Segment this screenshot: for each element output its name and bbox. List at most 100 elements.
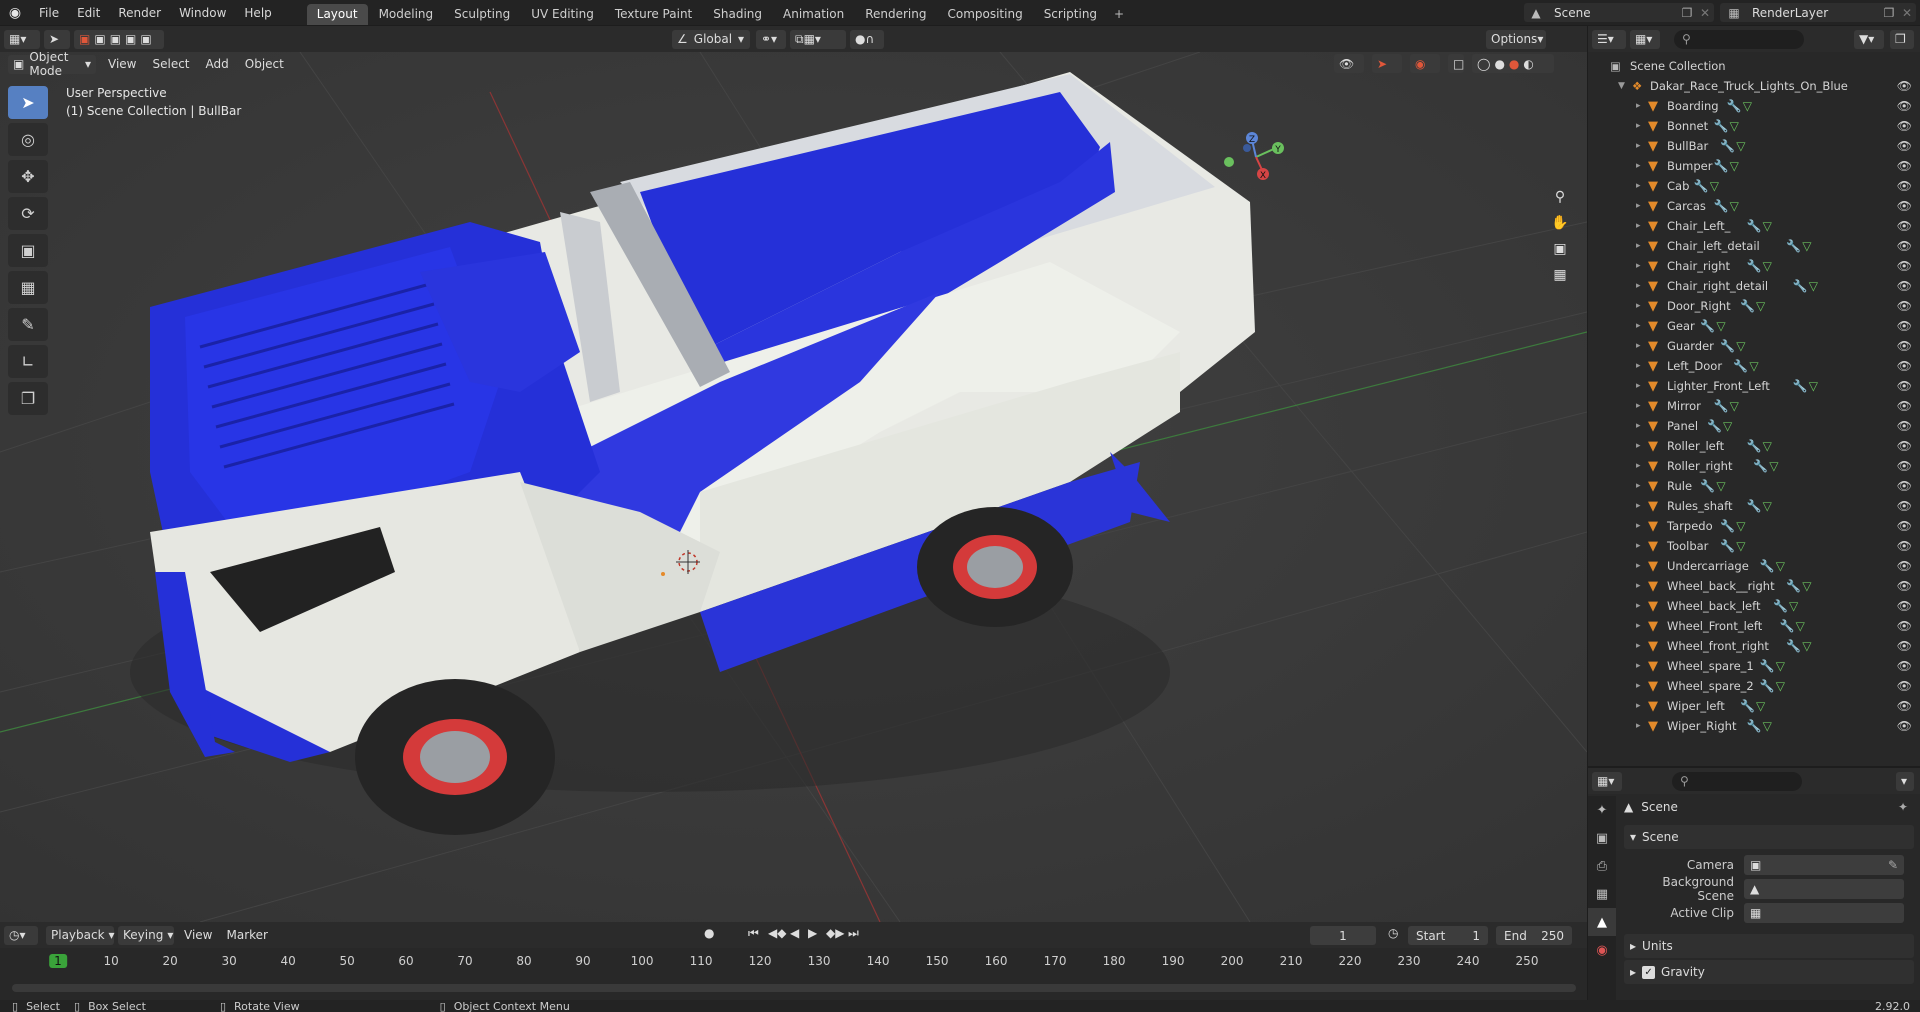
visibility-eye-icon[interactable]: 👁 [1897, 359, 1912, 373]
visibility-eye-icon[interactable]: 👁 [1897, 259, 1912, 273]
visibility-eye-icon[interactable]: 👁 [1897, 619, 1912, 633]
item-expand-icon[interactable]: ▸ [1636, 441, 1641, 451]
modifier-wrench-icon[interactable]: 🔧 [1720, 139, 1735, 153]
outliner-item[interactable]: ▸ ▼ Mirror 🔧 ▽ 👁 [1588, 396, 1920, 416]
viewport-menu-select[interactable]: Select [152, 57, 189, 71]
pan-hand-icon[interactable]: ✋ [1547, 210, 1573, 236]
outliner-item[interactable]: ▸ ▼ Wheel_back_left 🔧 ▽ 👁 [1588, 596, 1920, 616]
item-expand-icon[interactable]: ▸ [1636, 301, 1641, 311]
shading-mode-buttons[interactable]: ◯ ● ● ◐ [1472, 54, 1554, 73]
visibility-eye-icon[interactable]: 👁 [1897, 419, 1912, 433]
units-panel-header[interactable]: ▸ Units [1624, 934, 1914, 958]
visibility-eye-icon[interactable]: 👁 [1897, 679, 1912, 693]
xray-toggle-icon[interactable]: □ [1448, 54, 1464, 73]
outliner-item[interactable]: ▸ ▼ Carcas 🔧 ▽ 👁 [1588, 196, 1920, 216]
mesh-data-icon[interactable]: ▽ [1776, 559, 1785, 573]
modifier-wrench-icon[interactable]: 🔧 [1786, 239, 1801, 253]
modifier-wrench-icon[interactable]: 🔧 [1786, 579, 1801, 593]
visibility-eye-icon[interactable]: 👁 [1897, 579, 1912, 593]
tab-texture-paint[interactable]: Texture Paint [605, 4, 702, 25]
mesh-data-icon[interactable]: ▽ [1736, 519, 1745, 533]
solid-shading-icon[interactable]: ● [1494, 57, 1504, 71]
material-preview-icon[interactable]: ● [1509, 57, 1519, 71]
modifier-wrench-icon[interactable]: 🔧 [1714, 119, 1729, 133]
mesh-data-icon[interactable]: ▽ [1756, 299, 1765, 313]
extend-selection-icon[interactable]: ▣ [94, 32, 105, 46]
mesh-data-icon[interactable]: ▽ [1736, 339, 1745, 353]
outliner-item[interactable]: ▸ ▼ Wheel_spare_2 🔧 ▽ 👁 [1588, 676, 1920, 696]
active-clip-field[interactable]: ▦ [1744, 903, 1904, 923]
outliner-item[interactable]: ▸ ▼ Roller_right 🔧 ▽ 👁 [1588, 456, 1920, 476]
scene-selector[interactable]: ▲ Scene ❐ ✕ [1524, 3, 1714, 22]
item-expand-icon[interactable]: ▸ [1636, 161, 1641, 171]
outliner-item[interactable]: ▸ ▼ BullBar 🔧 ▽ 👁 [1588, 136, 1920, 156]
scene-panel-header[interactable]: ▾ Scene [1624, 825, 1914, 849]
preview-range-icon[interactable]: ◷ [1388, 926, 1398, 940]
subtract-selection-icon[interactable]: ▣ [110, 32, 121, 46]
visibility-eye-icon[interactable]: 👁 [1897, 99, 1912, 113]
outliner-item[interactable]: ▸ ▼ Undercarriage 🔧 ▽ 👁 [1588, 556, 1920, 576]
playback-menu[interactable]: Playback ▾ [46, 925, 115, 945]
mesh-data-icon[interactable]: ▽ [1716, 319, 1725, 333]
modifier-wrench-icon[interactable]: 🔧 [1694, 179, 1709, 193]
mesh-data-icon[interactable]: ▽ [1723, 419, 1732, 433]
mesh-data-icon[interactable]: ▽ [1763, 219, 1772, 233]
tab-rendering[interactable]: Rendering [855, 4, 936, 25]
mesh-data-icon[interactable]: ▽ [1809, 379, 1818, 393]
outliner-item[interactable]: ▸ ▼ Boarding 🔧 ▽ 👁 [1588, 96, 1920, 116]
modifier-wrench-icon[interactable]: 🔧 [1720, 519, 1735, 533]
tool-properties-icon[interactable]: ✦ [1588, 796, 1616, 824]
modifier-wrench-icon[interactable]: 🔧 [1747, 259, 1762, 273]
outliner-item[interactable]: ▸ ▼ Gear 🔧 ▽ 👁 [1588, 316, 1920, 336]
timeline-scrollbar[interactable] [12, 984, 1576, 992]
viewport-menu-add[interactable]: Add [206, 57, 229, 71]
playhead-frame[interactable]: 1 [49, 954, 67, 968]
visibility-eye-icon[interactable]: 👁 [1897, 699, 1912, 713]
display-mode-icon[interactable]: ▦▾ [1630, 29, 1660, 49]
play-reverse-icon[interactable]: ◀ [790, 926, 799, 940]
outliner-item[interactable]: ▸ ▼ Bumper 🔧 ▽ 👁 [1588, 156, 1920, 176]
item-expand-icon[interactable]: ▸ [1636, 201, 1641, 211]
item-expand-icon[interactable]: ▸ [1636, 321, 1641, 331]
add-workspace-icon[interactable]: + [1108, 4, 1130, 25]
outliner-item[interactable]: ▸ ▼ Cab 🔧 ▽ 👁 [1588, 176, 1920, 196]
item-expand-icon[interactable]: ▸ [1636, 421, 1641, 431]
invert-selection-icon[interactable]: ▣ [125, 32, 136, 46]
outliner-item[interactable]: ▸ ▼ Wheel_back__right 🔧 ▽ 👁 [1588, 576, 1920, 596]
output-properties-icon[interactable]: ⎙ [1588, 852, 1616, 880]
modifier-wrench-icon[interactable]: 🔧 [1786, 639, 1801, 653]
modifier-wrench-icon[interactable]: 🔧 [1747, 219, 1762, 233]
mesh-data-icon[interactable]: ▽ [1769, 459, 1778, 473]
item-expand-icon[interactable]: ▸ [1636, 601, 1641, 611]
measure-tool-icon[interactable]: ∟ [8, 345, 48, 378]
mesh-data-icon[interactable]: ▽ [1789, 599, 1798, 613]
visibility-eye-icon[interactable]: 👁 [1897, 559, 1912, 573]
modifier-wrench-icon[interactable]: 🔧 [1773, 599, 1788, 613]
visibility-eye-icon[interactable]: 👁 [1897, 439, 1912, 453]
tab-uv-editing[interactable]: UV Editing [521, 4, 604, 25]
properties-editor-type-icon[interactable]: ▦▾ [1592, 771, 1622, 791]
scene-collection-row[interactable]: ▣ Scene Collection [1588, 56, 1920, 76]
visibility-eye-icon[interactable]: 👁 [1897, 219, 1912, 233]
mesh-data-icon[interactable]: ▽ [1730, 399, 1739, 413]
visibility-dropdown-icon[interactable]: 👁 [1334, 54, 1364, 73]
outliner-item[interactable]: ▸ ▼ Chair_right 🔧 ▽ 👁 [1588, 256, 1920, 276]
tab-layout[interactable]: Layout [306, 4, 368, 25]
tab-modeling[interactable]: Modeling [369, 4, 444, 25]
overlays-toggle-icon[interactable]: ◉ [1410, 54, 1440, 73]
set-selection-icon[interactable]: ▣ [79, 32, 90, 46]
modifier-wrench-icon[interactable]: 🔧 [1760, 559, 1775, 573]
item-expand-icon[interactable]: ▸ [1636, 541, 1641, 551]
jump-keyframe-back-icon[interactable]: ◀◆ [768, 926, 786, 940]
item-expand-icon[interactable]: ▸ [1636, 721, 1641, 731]
mesh-data-icon[interactable]: ▽ [1802, 639, 1811, 653]
outliner-item[interactable]: ▸ ▼ Wheel_Front_left 🔧 ▽ 👁 [1588, 616, 1920, 636]
mesh-data-icon[interactable]: ▽ [1763, 259, 1772, 273]
delete-view-layer-icon[interactable]: ✕ [1898, 6, 1916, 20]
modifier-wrench-icon[interactable]: 🔧 [1780, 619, 1795, 633]
timeline-menu-marker[interactable]: Marker [226, 928, 267, 942]
modifier-wrench-icon[interactable]: 🔧 [1727, 99, 1742, 113]
visibility-eye-icon[interactable]: 👁 [1897, 539, 1912, 553]
modifier-wrench-icon[interactable]: 🔧 [1760, 659, 1775, 673]
timeline[interactable]: 1 10 20 30 40 50 60 70 80 90 100 110 120 130 140 150 160… [0, 948, 1587, 1000]
